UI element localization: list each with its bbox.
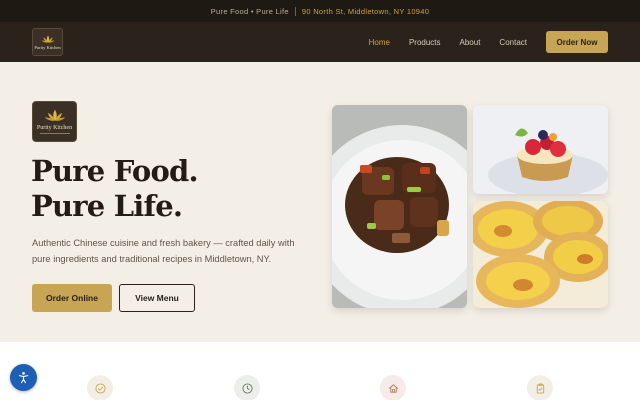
nav-link-about[interactable]: About [460, 38, 481, 47]
food-image-fruit-tart [473, 105, 608, 194]
order-online-button[interactable]: Order Online [32, 284, 112, 312]
hero-logo-text: Purity Kitchen [36, 125, 73, 131]
top-bar: Pure Food • Pure Life 90 North St, Middl… [0, 0, 640, 22]
logo-underline [39, 133, 70, 134]
hero-subtext: Authentic Chinese cuisine and fresh bake… [32, 238, 295, 264]
nav-link-contact[interactable]: Contact [499, 38, 527, 47]
divider [294, 6, 296, 16]
home-icon [380, 375, 406, 400]
check-circle-icon [87, 375, 113, 400]
nav-links: Home Products About Contact Order Now [369, 22, 608, 62]
accessibility-icon [18, 372, 29, 384]
clock-icon [234, 375, 260, 400]
features-section [0, 342, 640, 400]
nav-link-products[interactable]: Products [409, 38, 441, 47]
tagline: Pure Food • Pure Life [210, 6, 289, 16]
lotus-icon [44, 109, 65, 121]
headline-line-1: Pure Food. [31, 154, 199, 188]
lotus-icon [41, 35, 54, 43]
hero-logo: Purity Kitchen [32, 101, 77, 142]
main-nav: Purity Kitchen Home Products About Conta… [0, 22, 640, 62]
headline-line-2: Pure Life. [31, 189, 183, 223]
clipboard-icon [527, 375, 553, 400]
food-image-braised-pork [332, 105, 467, 308]
hero-section: Purity Kitchen Pure Food. Pure Life. Aut… [0, 62, 640, 342]
logo-text: Purity Kitchen [34, 44, 61, 50]
accessibility-button[interactable] [10, 364, 37, 391]
view-menu-button[interactable]: View Menu [119, 284, 195, 312]
address: 90 North St, Middletown, NY 10940 [301, 6, 430, 16]
food-image-egg-tarts [473, 201, 608, 308]
logo[interactable]: Purity Kitchen [32, 28, 63, 56]
nav-link-home[interactable]: Home [369, 38, 390, 47]
hero-headline: Pure Food. Pure Life. [31, 154, 199, 224]
order-now-button[interactable]: Order Now [546, 31, 608, 53]
